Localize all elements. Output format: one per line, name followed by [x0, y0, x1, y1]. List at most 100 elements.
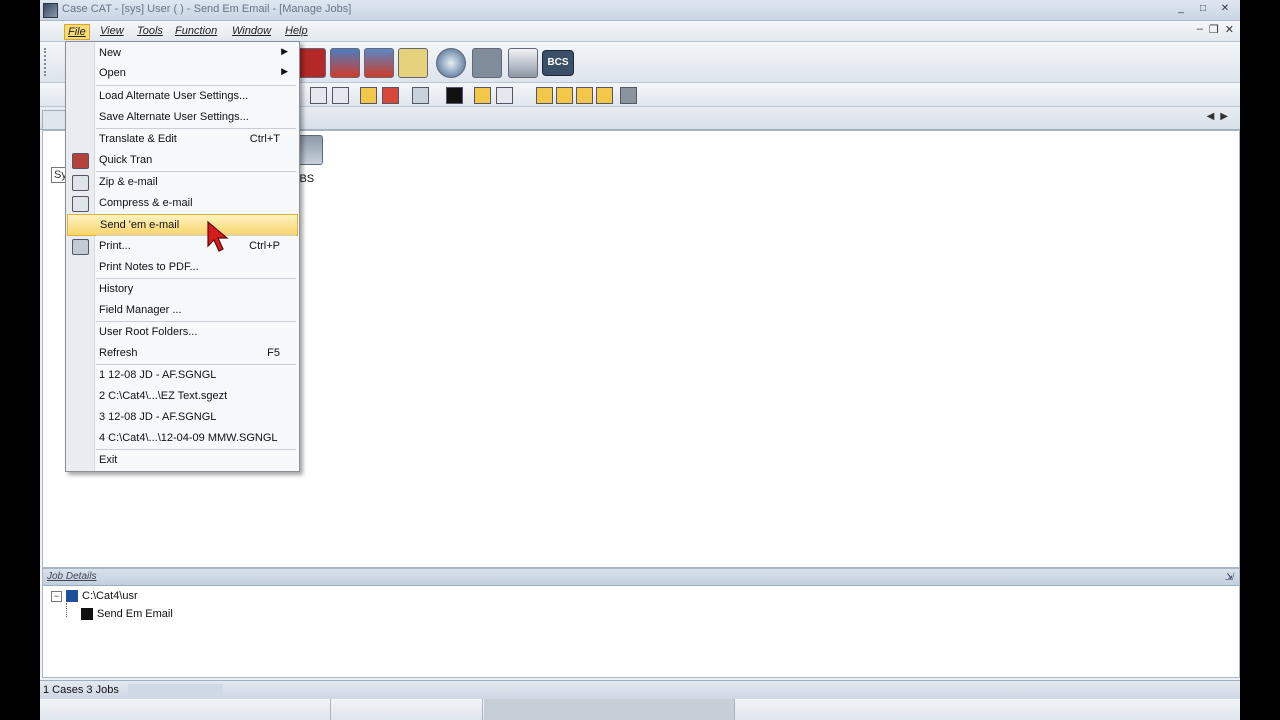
menu-shortcut: Ctrl+T: [249, 133, 280, 145]
toolbar-edit-icon[interactable]: [310, 87, 327, 104]
menu-item-label: 2 C:\Cat4\...\EZ Text.sgezt: [99, 390, 228, 402]
bottom-segment-1: [40, 699, 331, 720]
menu-item-save-settings[interactable]: Save Alternate User Settings...: [67, 107, 298, 127]
menu-item-user-root-folders[interactable]: User Root Folders...: [67, 322, 298, 342]
maximize-button[interactable]: □: [1194, 2, 1212, 16]
menu-item-recent-2[interactable]: 2 C:\Cat4\...\EZ Text.sgezt: [67, 386, 298, 406]
black-flag-icon[interactable]: [446, 87, 463, 104]
menu-item-load-settings[interactable]: Load Alternate User Settings...: [67, 86, 298, 106]
tab-scroll-arrows[interactable]: ◀▶: [1207, 111, 1234, 122]
grid-icon[interactable]: [496, 87, 513, 104]
job-details-header: Job Details ⇲: [43, 569, 1239, 586]
undo-icon[interactable]: [382, 87, 399, 104]
bottom-segment-2: [332, 699, 483, 720]
dictionary-icon[interactable]: [398, 48, 428, 78]
status-bar: 1 Cases 3 Jobs: [40, 680, 1240, 699]
menu-item-open[interactable]: Open ▶: [67, 63, 298, 83]
book-icon[interactable]: [296, 48, 326, 78]
menu-item-exit[interactable]: Exit: [67, 450, 298, 470]
bottom-segment-3: [484, 699, 735, 720]
forward-icon[interactable]: [412, 87, 429, 104]
menu-item-quick-tran[interactable]: Quick Tran: [67, 150, 298, 170]
menu-tools[interactable]: Tools: [134, 24, 166, 38]
job-details-panel: Job Details ⇲ − C:\Cat4\usr Send Em Emai…: [42, 568, 1240, 678]
job-details-title: Job Details: [47, 571, 97, 582]
menu-item-label: Open: [99, 67, 126, 79]
tree-child-row[interactable]: Send Em Email: [81, 608, 173, 620]
submenu-arrow-icon: ▶: [281, 46, 288, 56]
print-icon: [72, 239, 89, 255]
minimize-button[interactable]: _: [1172, 2, 1190, 16]
open-folder-icon[interactable]: [536, 87, 553, 104]
toolbar-copy-icon[interactable]: [332, 87, 349, 104]
toolbar-folder-icon[interactable]: [360, 87, 377, 104]
menu-item-refresh[interactable]: Refresh F5: [67, 343, 298, 363]
toolbar-grip[interactable]: [44, 48, 50, 76]
title-bar: Case CAT - [sys] User ( ) - Send Em Emai…: [40, 0, 1240, 21]
menu-shortcut: F5: [267, 347, 280, 359]
window-controls: _ □ ✕: [1172, 2, 1234, 16]
status-secondary: [128, 684, 223, 695]
receive-icon[interactable]: [364, 48, 394, 78]
menu-item-label: Field Manager ...: [99, 304, 182, 316]
collapse-icon[interactable]: −: [51, 590, 62, 602]
close-button[interactable]: ✕: [1216, 2, 1234, 16]
status-counts: 1 Cases 3 Jobs: [43, 684, 119, 696]
menu-item-label: Send 'em e-mail: [100, 219, 180, 231]
text-format-icon[interactable]: [474, 87, 491, 104]
mdi-restore-button[interactable]: ❐: [1209, 23, 1219, 36]
menu-item-label: Translate & Edit: [99, 133, 177, 145]
menu-item-label: Zip & e-mail: [99, 176, 158, 188]
menu-item-recent-1[interactable]: 1 12-08 JD - AF.SGNGL: [67, 365, 298, 385]
bcs-button[interactable]: BCS: [542, 50, 574, 76]
printer-icon[interactable]: [508, 48, 538, 78]
globe-icon[interactable]: [436, 48, 466, 78]
menu-function[interactable]: Function: [172, 24, 220, 38]
menu-item-label: History: [99, 283, 134, 295]
submenu-arrow-icon: ▶: [281, 66, 288, 76]
menu-item-print[interactable]: Print... Ctrl+P: [67, 236, 298, 256]
folder-up-icon[interactable]: [556, 87, 573, 104]
mdi-controls: – ❐ ✕: [1197, 23, 1234, 36]
menu-item-translate-edit[interactable]: Translate & Edit Ctrl+T: [67, 129, 298, 149]
pin-icon[interactable]: ⇲: [1225, 570, 1233, 586]
envelope-icon: [72, 175, 89, 191]
menu-item-recent-3[interactable]: 3 12-08 JD - AF.SGNGL: [67, 407, 298, 427]
menu-item-label: Load Alternate User Settings...: [99, 90, 249, 102]
menu-view[interactable]: View: [97, 24, 127, 38]
menu-item-history[interactable]: History: [67, 279, 298, 299]
menu-item-field-manager[interactable]: Field Manager ...: [67, 300, 298, 320]
menu-file[interactable]: File: [64, 24, 90, 40]
tree-root-label: C:\Cat4\usr: [82, 590, 138, 602]
menu-window[interactable]: Window: [229, 24, 274, 38]
mdi-close-button[interactable]: ✕: [1225, 23, 1234, 36]
menu-item-send-em-email[interactable]: Send 'em e-mail: [67, 214, 298, 236]
menu-item-compress-email[interactable]: Compress & e-mail: [67, 193, 298, 213]
camera-icon[interactable]: [620, 87, 637, 104]
menu-item-label: Refresh: [99, 347, 138, 359]
file-menu: New ▶ Open ▶ Load Alternate User Setting…: [65, 41, 300, 472]
tree-root-row[interactable]: − C:\Cat4\usr: [51, 590, 138, 602]
menu-help[interactable]: Help: [282, 24, 311, 38]
menu-item-label: 4 C:\Cat4\...\12-04-09 MMW.SGNGL: [99, 432, 278, 444]
menu-item-label: New: [99, 47, 122, 59]
folder-new-icon[interactable]: [576, 87, 593, 104]
menu-item-print-notes-pdf[interactable]: Print Notes to PDF...: [67, 257, 298, 277]
menu-shortcut: Ctrl+P: [249, 240, 280, 252]
mdi-minimize-button[interactable]: –: [1197, 23, 1203, 36]
menu-item-label: 3 12-08 JD - AF.SGNGL: [99, 411, 217, 423]
folder-sync-icon[interactable]: [596, 87, 613, 104]
app-logo-icon: [43, 3, 58, 18]
tree-child-label: Send Em Email: [97, 608, 173, 620]
menu-item-zip-email[interactable]: Zip & e-mail: [67, 172, 298, 192]
menu-item-label: Compress & e-mail: [99, 197, 193, 209]
send-icon[interactable]: [330, 48, 360, 78]
bottom-strip: [40, 699, 1240, 720]
tree-connector: [66, 603, 68, 617]
menu-item-label: Print...: [99, 240, 131, 252]
tools-icon[interactable]: [472, 48, 502, 78]
menu-item-new[interactable]: New ▶: [67, 43, 298, 63]
menu-item-recent-4[interactable]: 4 C:\Cat4\...\12-04-09 MMW.SGNGL: [67, 428, 298, 448]
menu-item-label: Exit: [99, 454, 118, 466]
menu-item-label: User Root Folders...: [99, 326, 198, 338]
